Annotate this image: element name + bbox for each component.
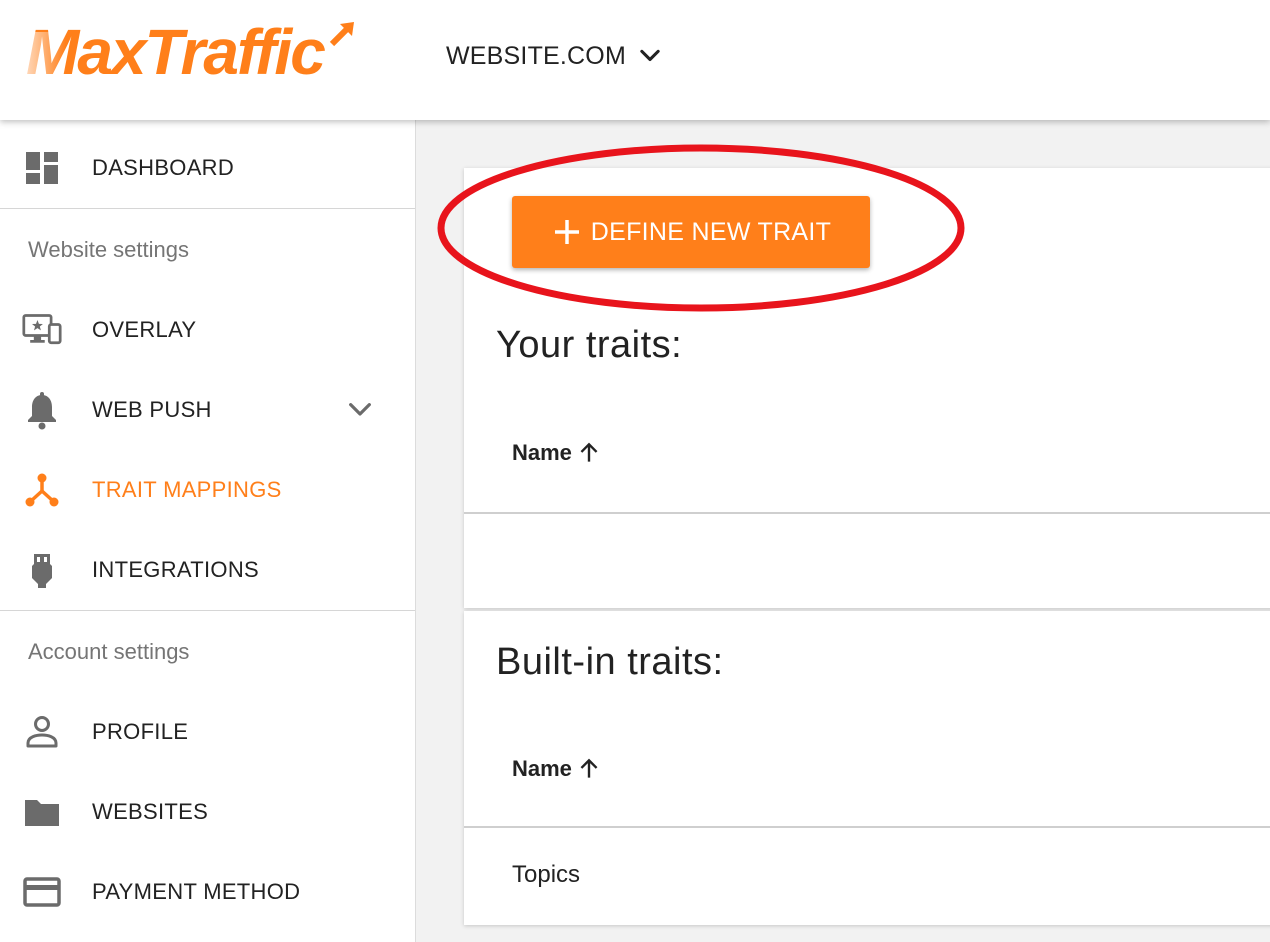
chevron-down-icon <box>640 49 660 62</box>
plug-icon <box>22 550 62 590</box>
sidebar-item-label: PROFILE <box>92 719 189 744</box>
dashboard-icon <box>22 148 62 188</box>
sidebar-item-label: DASHBOARD <box>92 155 235 180</box>
website-selector-label: WEBSITE.COM <box>446 41 626 70</box>
sidebar-item-label: WEB PUSH <box>92 397 212 422</box>
sidebar-item-label: OVERLAY <box>92 317 197 342</box>
sidebar-item-web-push[interactable]: WEB PUSH <box>0 370 415 450</box>
credit-card-icon <box>22 872 62 912</box>
built-in-traits-card: Built-in traits: Name Topics <box>464 611 1270 925</box>
website-settings-heading: Website settings <box>28 237 190 262</box>
arrow-up-icon <box>580 758 598 778</box>
sidebar-item-label: INTEGRATIONS <box>92 557 259 582</box>
your-traits-name-column-header[interactable]: Name <box>512 440 602 466</box>
sidebar-divider <box>0 610 415 611</box>
sidebar-item-websites[interactable]: WEBSITES <box>0 772 415 852</box>
table-row[interactable]: Topics <box>512 861 580 889</box>
website-selector[interactable]: WEBSITE.COM <box>446 36 664 76</box>
logo-fade-accent <box>26 32 66 90</box>
sidebar-item-integrations[interactable]: INTEGRATIONS <box>0 530 415 610</box>
sidebar-item-label: TRAIT MAPPINGS <box>92 477 282 502</box>
sidebar-item-profile[interactable]: PROFILE <box>0 692 415 772</box>
define-new-trait-label: DEFINE NEW TRAIT <box>590 217 832 246</box>
app-header: MaxTraffic WEBSITE.COM <box>0 0 1270 120</box>
sidebar: DASHBOARD Website settings OVERLAY WEB P… <box>0 120 416 942</box>
overlay-devices-icon <box>22 310 62 350</box>
table-header-divider <box>464 512 1270 514</box>
built-in-traits-name-column-header[interactable]: Name <box>512 756 602 782</box>
your-traits-card: DEFINE NEW TRAIT Your traits: Name <box>464 168 1270 608</box>
your-traits-title: Your traits: <box>496 324 683 366</box>
account-settings-heading: Account settings <box>28 639 190 664</box>
built-in-traits-title: Built-in traits: <box>496 641 724 683</box>
column-header-label: Name <box>512 756 572 781</box>
arrow-up-icon <box>580 442 598 462</box>
column-header-label: Name <box>512 440 572 465</box>
maxtraffic-logo[interactable]: MaxTraffic <box>26 14 366 90</box>
bell-icon <box>22 390 62 430</box>
trait-mappings-icon <box>22 470 62 510</box>
table-header-divider <box>464 826 1270 828</box>
person-icon <box>22 712 62 752</box>
folder-icon <box>22 792 62 832</box>
sidebar-item-dashboard[interactable]: DASHBOARD <box>0 128 415 208</box>
define-new-trait-button[interactable]: DEFINE NEW TRAIT <box>512 196 870 268</box>
plus-icon <box>554 220 579 244</box>
sidebar-item-trait-mappings[interactable]: TRAIT MAPPINGS <box>0 450 415 530</box>
sidebar-item-overlay[interactable]: OVERLAY <box>0 290 415 370</box>
sidebar-item-label: PAYMENT METHOD <box>92 879 301 904</box>
sidebar-item-payment-method[interactable]: PAYMENT METHOD <box>0 852 415 932</box>
logo-arrow-icon <box>329 22 354 47</box>
chevron-down-icon[interactable] <box>344 394 376 426</box>
logo-text: MaxTraffic <box>26 16 326 88</box>
sidebar-item-label: WEBSITES <box>92 799 209 824</box>
sidebar-divider <box>0 208 415 209</box>
